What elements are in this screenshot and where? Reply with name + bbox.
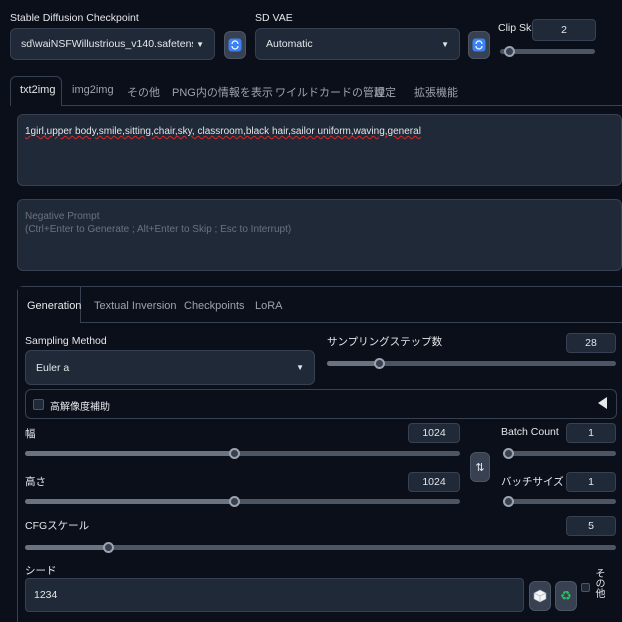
tab-other[interactable]: その他 <box>127 84 160 100</box>
tab-txt2img[interactable]: txt2img <box>20 84 55 96</box>
collapse-arrow-icon[interactable] <box>598 397 607 409</box>
cfg-slider[interactable] <box>25 542 616 553</box>
vae-dropdown[interactable]: Automatic ▼ <box>255 28 460 60</box>
hires-fix-accordion[interactable]: 高解像度補助 <box>25 389 617 419</box>
height-slider[interactable] <box>25 496 460 507</box>
sampling-method-label: Sampling Method <box>25 335 107 347</box>
steps-input[interactable]: 28 <box>566 333 616 353</box>
width-slider[interactable] <box>25 448 460 459</box>
sub-tab-divider <box>81 322 622 323</box>
clip-skip-thumb[interactable] <box>504 46 515 57</box>
negative-prompt-title: Negative Prompt <box>25 211 100 222</box>
sampling-method-value: Euler a <box>36 361 70 374</box>
cfg-slider-fill <box>25 545 108 550</box>
batch-size-slider[interactable] <box>503 496 616 507</box>
cfg-slider-thumb[interactable] <box>102 542 114 553</box>
steps-slider-fill <box>327 361 380 366</box>
width-slider-thumb[interactable] <box>228 448 240 459</box>
tab-textual-inversion[interactable]: Textual Inversion <box>94 300 177 312</box>
checkpoint-label: Stable Diffusion Checkpoint <box>10 12 139 24</box>
tab-lora[interactable]: LoRA <box>255 300 283 312</box>
extra-seed-label: その他 <box>593 568 604 598</box>
recycle-icon: ♻ <box>560 588 572 603</box>
refresh-icon <box>472 38 486 52</box>
prompt-textarea[interactable]: 1girl,upper body,smile,sitting,chair,sky… <box>17 114 622 186</box>
width-input[interactable]: 1024 <box>408 423 460 443</box>
height-slider-thumb[interactable] <box>228 496 240 507</box>
swap-arrows-icon: ⇅ <box>475 461 485 474</box>
clip-skip-slider[interactable] <box>500 46 595 57</box>
hires-fix-label: 高解像度補助 <box>50 402 110 413</box>
random-seed-button[interactable] <box>529 581 551 611</box>
sampling-method-dropdown[interactable]: Euler a ▼ <box>25 350 315 385</box>
extra-seed-checkbox[interactable] <box>581 583 590 592</box>
seed-label: シード <box>25 565 57 577</box>
batch-size-input[interactable]: 1 <box>566 472 616 492</box>
tab-wildcards[interactable]: ワイルドカードの管理 <box>275 84 385 100</box>
vae-value: Automatic <box>266 38 313 50</box>
hires-fix-checkbox[interactable] <box>33 399 44 410</box>
tab-extensions[interactable]: 拡張機能 <box>414 84 458 100</box>
clip-skip-input[interactable]: 2 <box>532 19 596 41</box>
negative-prompt-textarea[interactable]: Negative Prompt (Ctrl+Enter to Generate … <box>17 199 622 271</box>
batch-size-slider-thumb[interactable] <box>503 496 514 507</box>
checkpoint-value: sd\waiNSFWillustrious_v140.safetensors [… <box>21 38 193 50</box>
steps-slider[interactable] <box>327 358 616 369</box>
height-input[interactable]: 1024 <box>408 472 460 492</box>
negative-prompt-hint: (Ctrl+Enter to Generate ; Alt+Enter to S… <box>25 224 292 235</box>
batch-size-label: バッチサイズ <box>501 476 564 488</box>
tab-checkpoints[interactable]: Checkpoints <box>184 300 245 312</box>
chevron-down-icon: ▼ <box>196 39 204 49</box>
chevron-down-icon: ▼ <box>296 363 304 372</box>
width-slider-fill <box>25 451 234 456</box>
height-label: 高さ <box>25 476 46 488</box>
tab-generation[interactable]: Generation <box>27 300 81 312</box>
refresh-vae-button[interactable] <box>468 31 490 59</box>
tab-settings[interactable]: 設定 <box>374 84 396 100</box>
tab-img2img[interactable]: img2img <box>72 84 114 96</box>
dice-icon <box>533 589 547 603</box>
seed-input[interactable]: 1234 <box>25 578 524 612</box>
swap-dimensions-button[interactable]: ⇅ <box>470 452 490 482</box>
checkpoint-dropdown[interactable]: sd\waiNSFWillustrious_v140.safetensors [… <box>10 28 215 60</box>
prompt-text: 1girl,upper body,smile,sitting,chair,sky… <box>25 126 421 137</box>
tab-png-info[interactable]: PNG内の情報を表示 <box>172 84 273 100</box>
vae-label: SD VAE <box>255 12 293 24</box>
refresh-checkpoint-button[interactable] <box>224 31 246 59</box>
refresh-icon <box>228 38 242 52</box>
cfg-label: CFGスケール <box>25 520 90 532</box>
batch-count-input[interactable]: 1 <box>566 423 616 443</box>
steps-slider-thumb[interactable] <box>374 358 386 369</box>
steps-label: サンプリングステップ数 <box>327 336 443 348</box>
height-slider-fill <box>25 499 234 504</box>
main-tab-divider <box>62 105 622 106</box>
chevron-down-icon: ▼ <box>441 39 449 49</box>
reuse-seed-button[interactable]: ♻ <box>555 581 577 611</box>
width-label: 幅 <box>25 428 36 440</box>
cfg-input[interactable]: 5 <box>566 516 616 536</box>
batch-count-slider-thumb[interactable] <box>503 448 514 459</box>
batch-count-label: Batch Count <box>501 426 559 438</box>
batch-count-slider[interactable] <box>503 448 616 459</box>
